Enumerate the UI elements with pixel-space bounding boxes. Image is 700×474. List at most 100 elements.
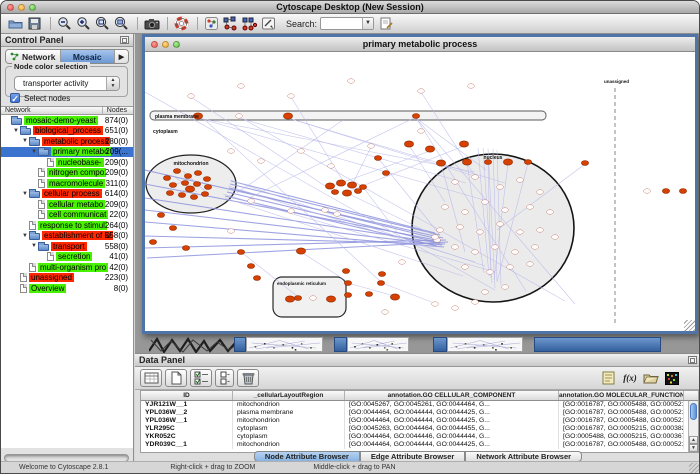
gene-node[interactable] <box>418 89 425 94</box>
gene-node[interactable] <box>507 265 514 270</box>
zoom-window-button[interactable] <box>29 4 36 11</box>
tree-item-transport[interactable]: ▼transport558(0) <box>1 241 133 252</box>
window-resize-grip[interactable] <box>689 463 699 473</box>
gene-node[interactable] <box>477 230 484 235</box>
minimized-frame-preview[interactable] <box>246 337 323 352</box>
gene-node[interactable] <box>482 290 489 295</box>
gene-node[interactable] <box>157 213 164 218</box>
gene-node[interactable] <box>310 296 317 301</box>
zoom-out-button[interactable] <box>56 15 73 32</box>
delete-attribute-button[interactable] <box>237 369 259 387</box>
gene-node[interactable] <box>163 176 170 181</box>
gene-node[interactable] <box>527 205 534 210</box>
gene-node[interactable] <box>524 160 531 165</box>
gene-node[interactable] <box>365 292 372 297</box>
tab-overflow-button[interactable]: ▶ <box>115 50 128 63</box>
gene-node[interactable] <box>581 161 588 166</box>
table-row-ylr295c[interactable]: YLR295Ccytoplasm[GO:0045263, GO:0044464,… <box>141 425 688 433</box>
gene-node[interactable] <box>472 300 479 305</box>
expand-arrow-icon[interactable]: ▼ <box>21 231 29 241</box>
gene-node[interactable] <box>181 181 188 186</box>
gene-node[interactable] <box>497 185 504 190</box>
gene-node[interactable] <box>472 250 479 255</box>
gene-node[interactable] <box>452 306 459 311</box>
gene-node[interactable] <box>248 199 255 204</box>
gene-node[interactable] <box>399 260 406 265</box>
search-input[interactable]: ▼ <box>320 17 374 30</box>
gene-node[interactable] <box>173 169 180 174</box>
minimized-frame-preview[interactable] <box>347 337 409 352</box>
gene-node[interactable] <box>368 144 375 149</box>
gene-node[interactable] <box>169 226 176 231</box>
tree-item-nitrogen-compo[interactable]: nitrogen compo209(0) <box>1 168 133 179</box>
formula-builder-button[interactable] <box>600 369 618 387</box>
gene-node[interactable] <box>374 156 381 161</box>
gene-node[interactable] <box>404 141 413 147</box>
help-ring-icon[interactable] <box>173 15 190 32</box>
gene-node[interactable] <box>204 185 211 190</box>
gene-node[interactable] <box>347 182 356 188</box>
minimize-button[interactable] <box>18 4 25 11</box>
tree-item-nucleobase[interactable]: nucleobase-209(0) <box>1 157 133 168</box>
gene-node[interactable] <box>184 174 191 179</box>
network-canvas[interactable]: plasma membranecytoplasmmitochondrionnuc… <box>145 52 695 331</box>
gene-node[interactable] <box>166 191 173 196</box>
gene-node[interactable] <box>502 285 509 290</box>
tree-item-unassigned[interactable]: unassigned223(0) <box>1 273 133 284</box>
minimized-frame-titlebar[interactable] <box>534 337 661 352</box>
gene-node[interactable] <box>452 245 459 250</box>
gene-node[interactable] <box>378 272 385 277</box>
gene-node[interactable] <box>296 248 305 254</box>
gene-node[interactable] <box>328 164 335 169</box>
expand-arrow-icon[interactable]: ▼ <box>21 189 29 199</box>
frame-minimize-button[interactable] <box>162 41 169 48</box>
gene-node[interactable] <box>342 190 351 196</box>
tree-item-cell-communicat[interactable]: cell communicat22(0) <box>1 210 133 221</box>
gene-node[interactable] <box>185 186 194 192</box>
network-view-titlebar[interactable]: primary metabolic process <box>145 37 695 52</box>
gene-node[interactable] <box>188 94 195 99</box>
gene-node[interactable] <box>190 195 197 200</box>
vizmapper-button[interactable] <box>203 15 220 32</box>
gene-node[interactable] <box>354 189 361 194</box>
gene-node[interactable] <box>382 310 389 315</box>
gene-node[interactable] <box>492 245 499 250</box>
tree-item-secretion[interactable]: secretion41(0) <box>1 252 133 263</box>
close-button[interactable] <box>7 4 14 11</box>
gene-node[interactable] <box>236 114 243 119</box>
gene-node[interactable] <box>462 159 471 165</box>
table-row-ypl036w-2[interactable]: YPL036W__2plasma membrane[GO:0044464, GO… <box>141 409 688 417</box>
node-color-dropdown[interactable]: transporter activity ▲▼ <box>14 76 120 91</box>
gene-node[interactable] <box>517 178 524 183</box>
gene-node[interactable] <box>462 265 469 270</box>
gene-node[interactable] <box>497 222 504 227</box>
gene-node[interactable] <box>537 228 544 233</box>
frame-close-button[interactable] <box>151 41 158 48</box>
gene-node[interactable] <box>228 149 235 154</box>
minimized-frame-preview[interactable] <box>447 337 523 352</box>
float-panel-icon[interactable] <box>688 356 697 364</box>
gene-node[interactable] <box>679 189 686 194</box>
gene-node[interactable] <box>503 159 512 165</box>
apply-layout-button[interactable] <box>222 15 239 32</box>
column-header-cellularlayoutregion[interactable]: _cellularLayoutRegion <box>233 391 345 400</box>
tree-item-response-to-stimul[interactable]: response to stimul264(0) <box>1 220 133 231</box>
gene-node[interactable] <box>298 149 305 154</box>
gene-node[interactable] <box>547 210 554 215</box>
minimized-frame-titlebar[interactable] <box>334 337 347 352</box>
frame-zoom-button[interactable] <box>173 41 180 48</box>
zoom-fit-button[interactable] <box>113 15 130 32</box>
gene-node[interactable] <box>457 225 464 230</box>
gene-node[interactable] <box>326 296 335 302</box>
gene-node[interactable] <box>527 262 534 267</box>
gene-node[interactable] <box>487 270 494 275</box>
tree-item-multi-organism-pro[interactable]: multi-organism pro42(0) <box>1 262 133 273</box>
gene-node[interactable] <box>377 281 384 286</box>
column-header-annotation-go-cellular-component[interactable]: annotation.GO CELLULAR_COMPONENT <box>345 391 559 400</box>
select-nodes-checkbox[interactable]: ✓ <box>10 93 20 103</box>
expand-arrow-icon[interactable]: ▼ <box>30 147 38 157</box>
gene-node[interactable] <box>194 171 201 176</box>
gene-node[interactable] <box>283 113 292 119</box>
tree-item-primary-metabo[interactable]: ▼primary metabo209(... <box>1 147 133 158</box>
gene-node[interactable] <box>342 269 349 274</box>
